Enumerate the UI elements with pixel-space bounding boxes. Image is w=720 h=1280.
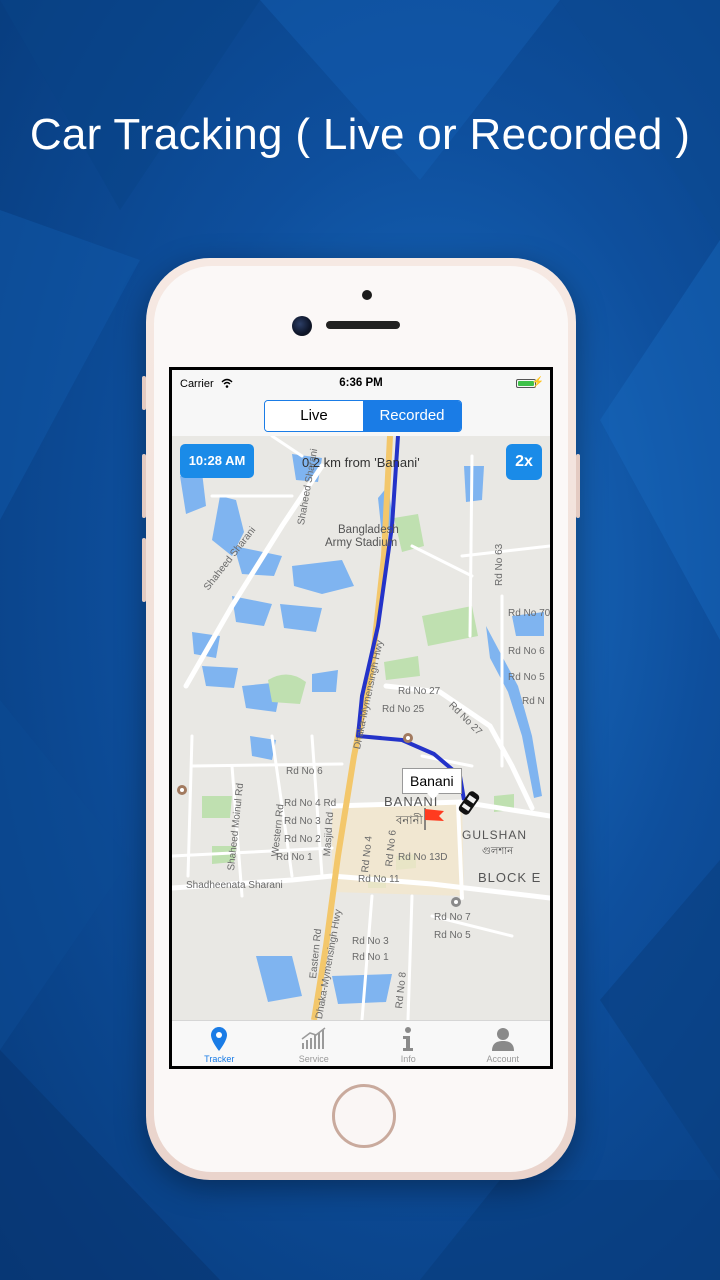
playback-time-badge: 10:28 AM — [180, 444, 254, 478]
info-icon — [403, 1027, 414, 1051]
earpiece-speaker — [326, 321, 400, 329]
pin-icon — [177, 785, 187, 795]
map-label-rd6b: Rd No 6 — [508, 646, 545, 657]
home-button[interactable] — [332, 1084, 396, 1148]
pin-icon-3 — [451, 897, 461, 907]
tab-service-label: Service — [298, 1054, 329, 1064]
map-label-rd1b: Rd No 1 — [352, 952, 389, 963]
map-label-rd2: Rd No 2 — [284, 834, 321, 845]
car-marker-icon — [458, 791, 480, 815]
map-label-banani-bn: বনানী — [396, 815, 423, 827]
charging-icon: ⚡ — [531, 377, 544, 388]
power-button — [576, 454, 580, 518]
location-callout[interactable]: Banani — [402, 768, 462, 800]
map-label-rd11: Rd No 11 — [358, 874, 400, 885]
tab-info-label: Info — [400, 1054, 416, 1064]
tab-service[interactable]: Service — [267, 1021, 362, 1066]
map-label-rdn: Rd N — [522, 696, 545, 707]
proximity-sensor — [362, 290, 372, 300]
volume-down-button — [142, 538, 146, 602]
map-label-rd27: Rd No 27 — [398, 686, 441, 697]
chart-bars-icon — [301, 1027, 326, 1049]
map-label-rd1: Rd No 1 — [276, 852, 313, 863]
map-label-rd63: Rd No 63 — [494, 543, 505, 586]
map-label-rd3: Rd No 3 — [284, 816, 321, 827]
tab-account[interactable]: Account — [456, 1021, 551, 1066]
flag-marker-icon[interactable] — [422, 806, 448, 832]
front-camera — [292, 316, 312, 336]
segment-recorded[interactable]: Recorded — [363, 401, 461, 431]
pin-icon-2 — [403, 733, 413, 743]
map-label-gulshan-bn: গুলশান — [482, 846, 514, 857]
map-label-block-e: BLOCK E — [478, 870, 542, 885]
map-label-rd70: Rd No 70 — [508, 608, 550, 619]
distance-label: 0.2 km from 'Banani' — [302, 455, 420, 470]
tab-info[interactable]: Info — [361, 1021, 456, 1066]
tab-account-label: Account — [486, 1054, 520, 1064]
app-screen: Carrier 6:36 PM ⚡ Live Recorded Banglade… — [172, 370, 550, 1066]
map-label-rd5b: Rd No 5 — [508, 672, 545, 683]
map-label-gulshan: GULSHAN — [462, 828, 528, 842]
status-time: 6:36 PM — [339, 377, 383, 389]
mode-segmented-control: Live Recorded — [264, 400, 462, 432]
map-label-shadheenata: Shadheenata Sharani — [186, 880, 283, 891]
map-pin-icon — [211, 1027, 228, 1051]
user-icon — [491, 1028, 514, 1051]
map-label-rd6: Rd No 6 — [286, 766, 323, 777]
map-label-rd5: Rd No 5 — [434, 930, 471, 941]
map-label-rd3b: Rd No 3 — [352, 936, 389, 947]
map-label-rd13d: Rd No 13D — [398, 852, 448, 863]
tab-tracker-label: Tracker — [204, 1054, 235, 1064]
map-label-rd4: Rd No 4 Rd — [284, 798, 337, 809]
headline: Car Tracking ( Live or Recorded ) — [29, 110, 691, 159]
volume-up-button — [142, 454, 146, 518]
segment-live[interactable]: Live — [265, 401, 363, 431]
map-label-rd7: Rd No 7 — [434, 912, 471, 923]
phone-screen: Carrier 6:36 PM ⚡ Live Recorded Banglade… — [169, 367, 553, 1069]
map-view[interactable]: Bangladesh Army Stadium BANANI বনানী GUL… — [172, 436, 550, 1020]
status-bar: Carrier 6:36 PM ⚡ — [172, 370, 550, 396]
playback-speed-button[interactable]: 2x — [506, 444, 542, 480]
map-label-stadium: Bangladesh — [338, 524, 399, 536]
map-label-rd25: Rd No 25 — [382, 704, 425, 715]
tab-tracker[interactable]: Tracker — [172, 1021, 267, 1066]
mute-switch — [142, 376, 146, 410]
map-label-stadium-2: Army Stadium — [325, 537, 398, 549]
tab-bar: Tracker Service Info Account — [172, 1020, 550, 1066]
